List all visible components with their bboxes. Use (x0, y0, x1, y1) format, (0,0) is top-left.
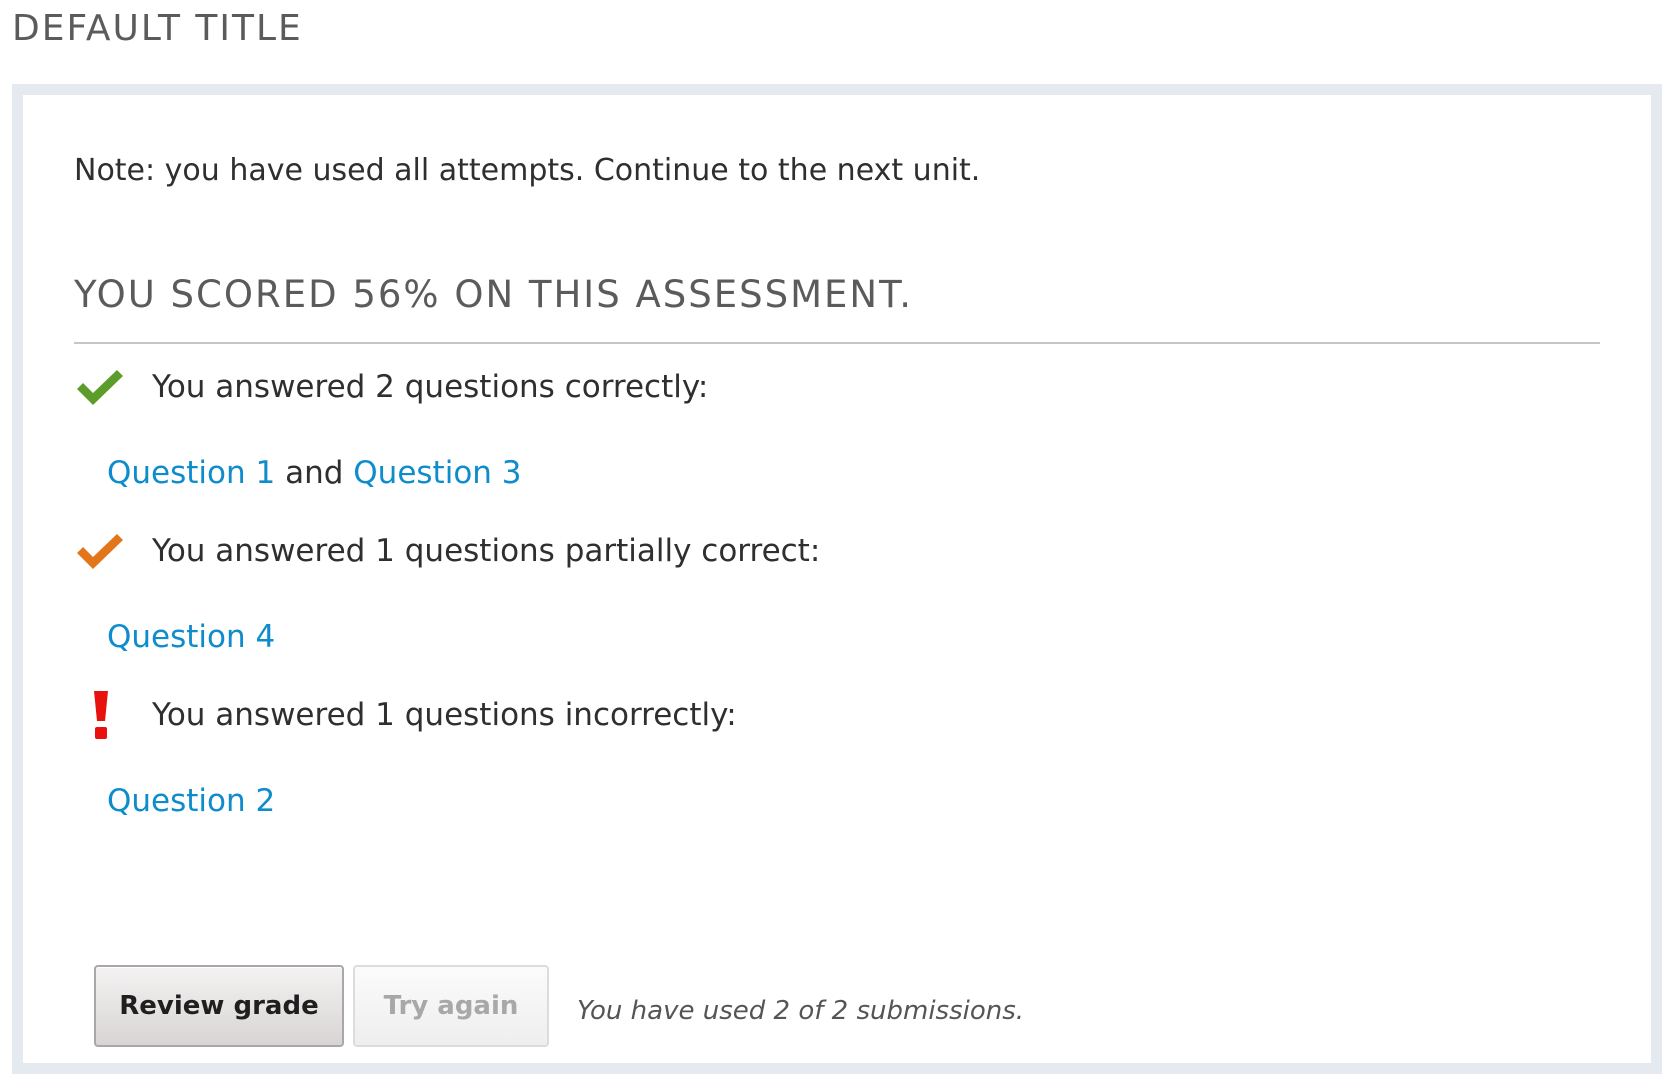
question-link[interactable]: Question 3 (353, 455, 521, 491)
score-heading: YOU SCORED 56% ON THIS ASSESSMENT. (74, 273, 914, 316)
attempts-note: Note: you have used all attempts. Contin… (74, 153, 981, 188)
partial-question-links: Question 4 (107, 619, 275, 655)
checkmark-icon (74, 525, 152, 577)
result-correct-row: You answered 2 questions correctly: (74, 361, 708, 413)
review-grade-button[interactable]: Review grade (94, 965, 344, 1047)
result-partial-row: You answered 1 questions partially corre… (74, 525, 820, 577)
assessment-panel-content: Note: you have used all attempts. Contin… (74, 95, 1600, 1063)
exclamation-icon (74, 689, 152, 741)
divider (74, 342, 1600, 344)
question-link[interactable]: Question 1 (107, 455, 275, 491)
checkmark-icon (74, 361, 152, 413)
question-joiner: and (285, 455, 344, 491)
page-title: DEFAULT TITLE (12, 8, 303, 49)
try-again-button[interactable]: Try again (353, 965, 549, 1047)
result-incorrect-row: You answered 1 questions incorrectly: (74, 689, 737, 741)
actions-bar: Review grade Try again You have used 2 o… (94, 965, 1024, 1047)
result-partial-text: You answered 1 questions partially corre… (152, 533, 821, 569)
question-link[interactable]: Question 4 (107, 619, 275, 655)
result-incorrect-text: You answered 1 questions incorrectly: (152, 697, 737, 733)
assessment-panel: Note: you have used all attempts. Contin… (12, 84, 1662, 1074)
question-link[interactable]: Question 2 (107, 783, 275, 819)
incorrect-question-links: Question 2 (107, 783, 275, 819)
submission-count-note: You have used 2 of 2 submissions. (577, 996, 1025, 1026)
result-correct-text: You answered 2 questions correctly: (152, 369, 709, 405)
correct-question-links: Question 1 and Question 3 (107, 455, 522, 491)
